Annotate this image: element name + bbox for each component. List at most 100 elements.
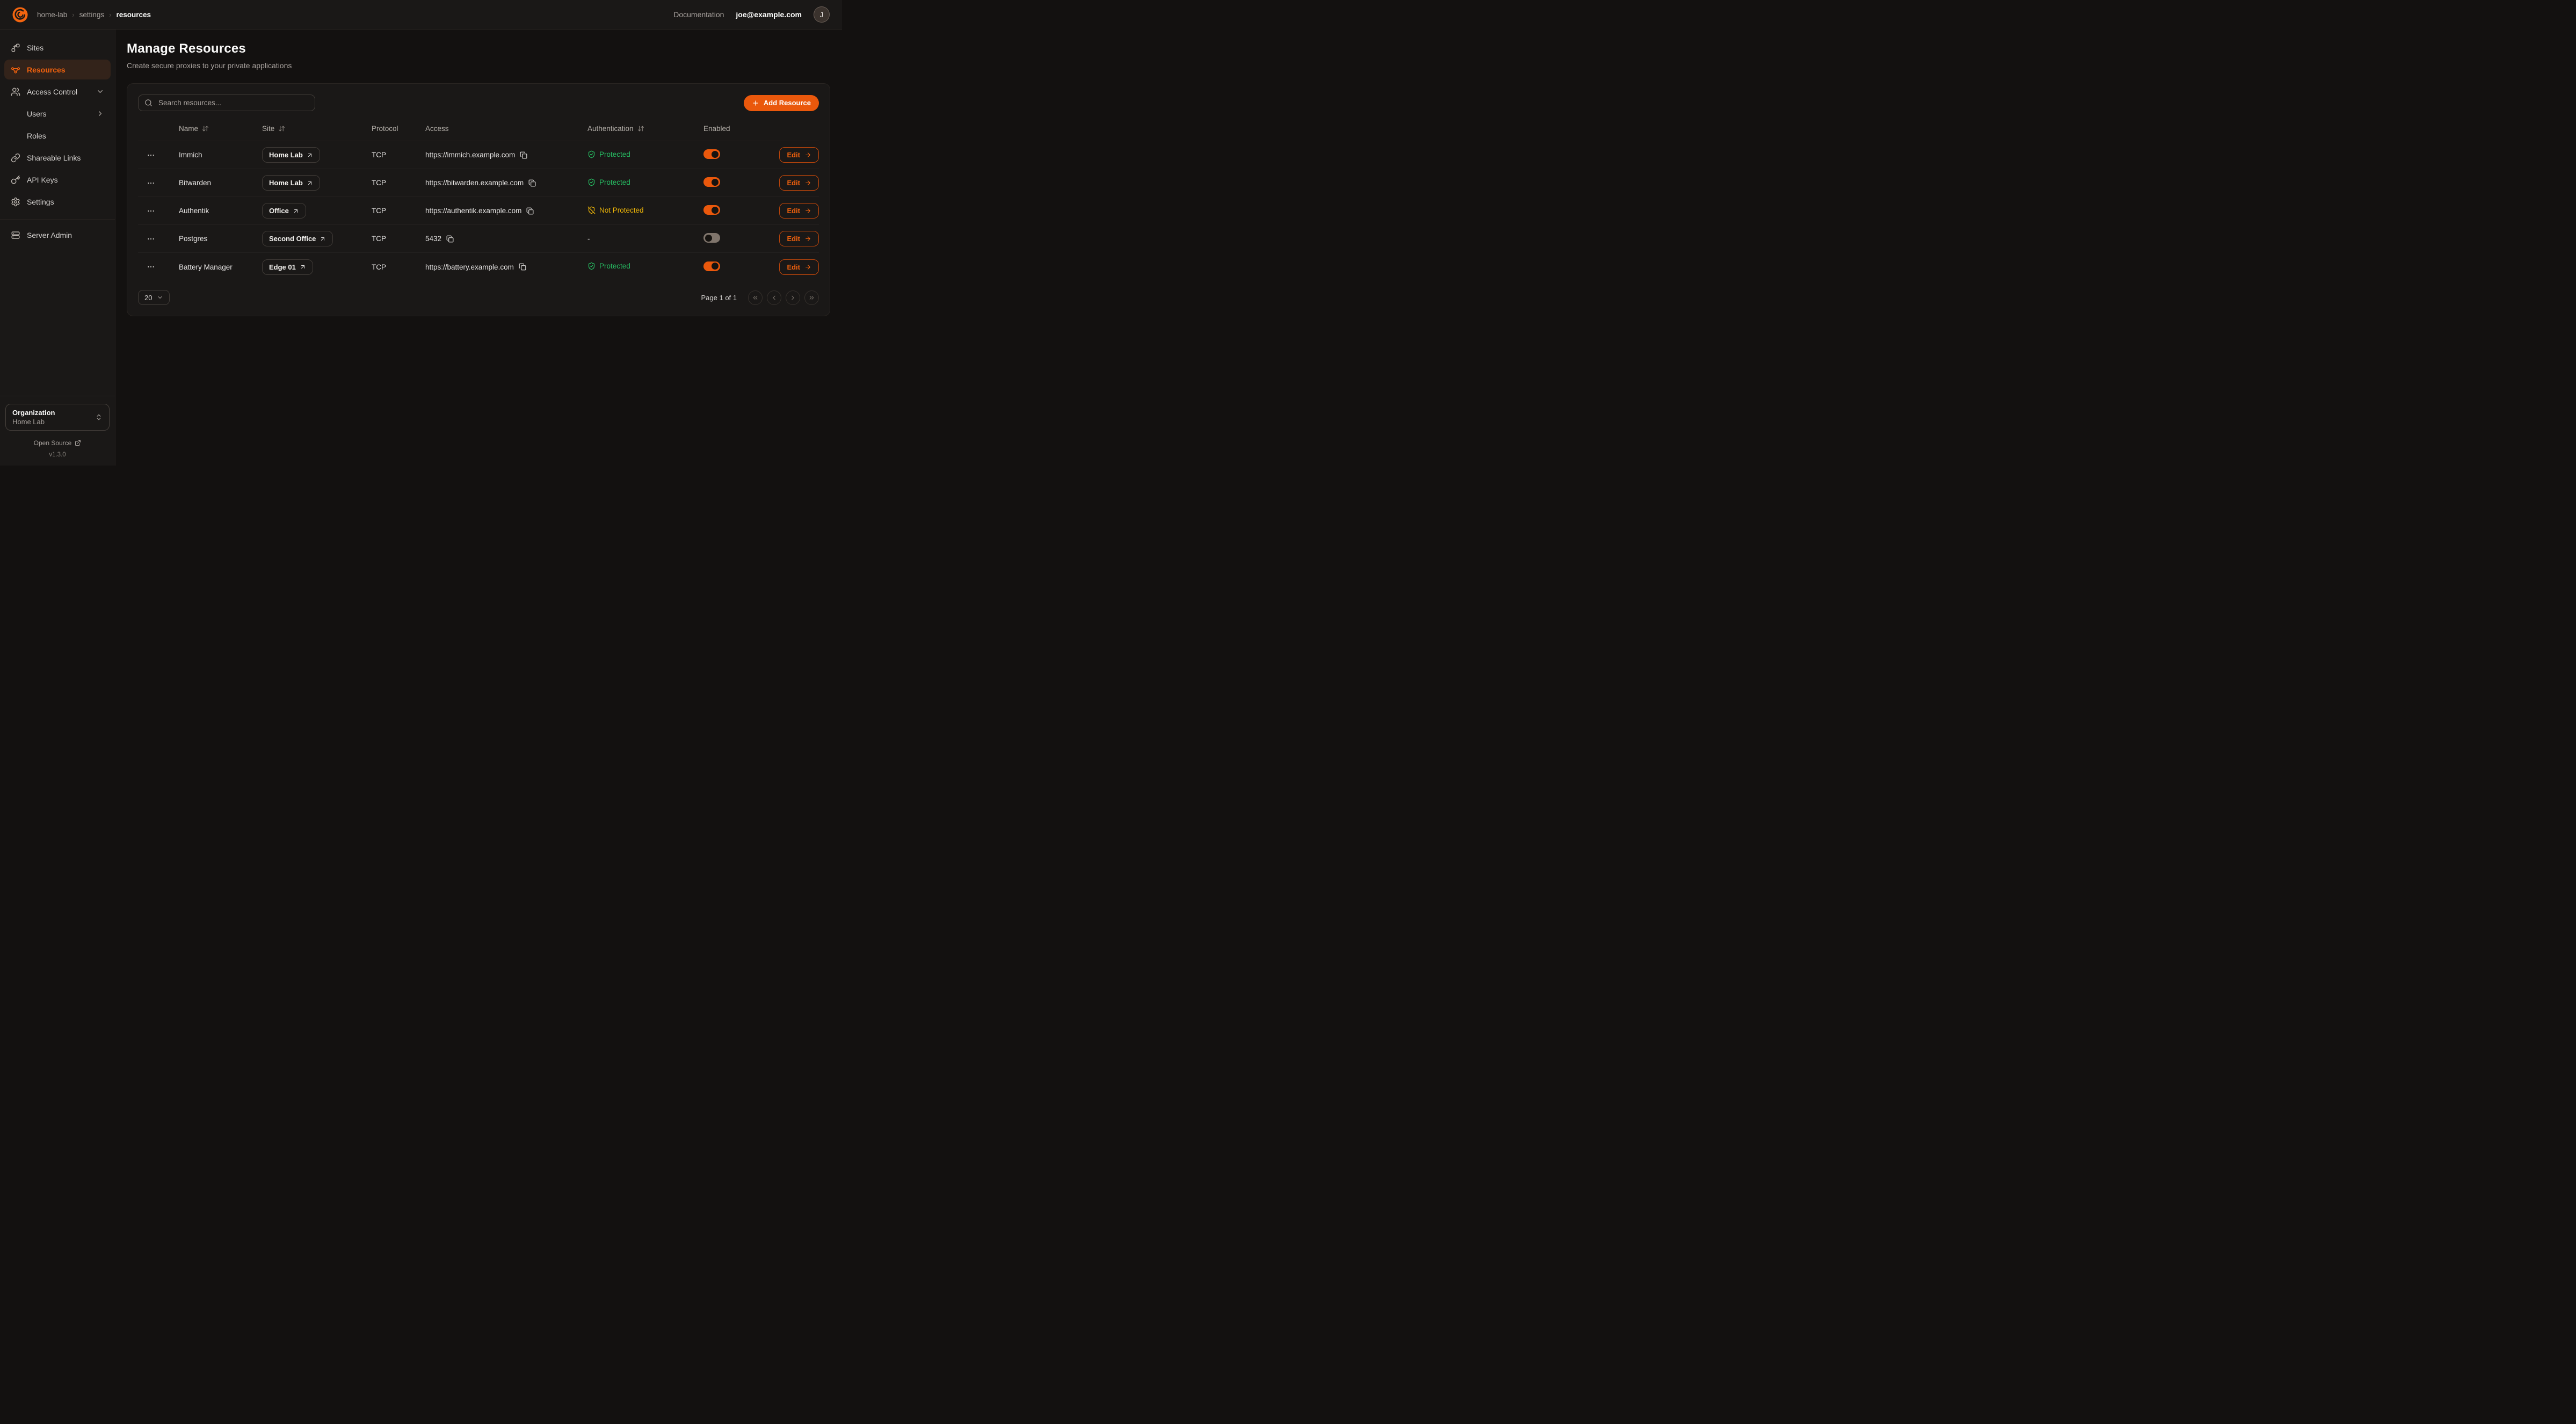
- first-page-button[interactable]: [748, 290, 763, 305]
- last-page-button[interactable]: [804, 290, 819, 305]
- site-link[interactable]: Edge 01: [262, 259, 313, 275]
- enabled-toggle[interactable]: [703, 261, 720, 271]
- copy-icon[interactable]: [446, 235, 454, 243]
- site-name: Office: [269, 207, 289, 215]
- card-toolbar: Add Resource: [138, 95, 819, 111]
- resource-name: Authentik: [179, 207, 262, 215]
- organization-selector[interactable]: Organization Home Lab: [5, 404, 110, 431]
- arrow-right-icon: [804, 264, 811, 271]
- sidebar-item-resources[interactable]: Resources: [4, 60, 111, 79]
- arrow-up-right-icon: [307, 152, 313, 158]
- site-link[interactable]: Home Lab: [262, 147, 320, 163]
- toggle-knob: [705, 235, 712, 242]
- edit-button[interactable]: Edit: [779, 175, 819, 191]
- page-size-select[interactable]: 20: [138, 290, 170, 305]
- sidebar-item-label: Access Control: [27, 88, 77, 96]
- auth-status-label: Protected: [599, 150, 630, 158]
- copy-icon[interactable]: [520, 151, 527, 159]
- site-link[interactable]: Home Lab: [262, 175, 320, 191]
- enabled-toggle[interactable]: [703, 233, 720, 243]
- breadcrumb-org[interactable]: home-lab: [37, 11, 67, 19]
- sidebar-item-label: Server Admin: [27, 231, 72, 239]
- sidebar-item-access-control[interactable]: Access Control: [4, 82, 111, 101]
- next-page-button[interactable]: [786, 290, 800, 305]
- chevron-down-icon: [157, 294, 163, 301]
- pagination-bar: 20 Page 1 of 1: [138, 290, 819, 305]
- arrow-right-icon: [804, 207, 811, 214]
- sidebar-item-roles[interactable]: Roles: [4, 126, 111, 146]
- sidebar-item-sites[interactable]: Sites: [4, 38, 111, 57]
- edit-button[interactable]: Edit: [779, 259, 819, 275]
- header-site[interactable]: Site: [262, 125, 372, 133]
- open-source-link[interactable]: Open Source: [5, 439, 110, 447]
- header-label: Enabled: [703, 125, 730, 133]
- page-subtitle: Create secure proxies to your private ap…: [127, 61, 830, 70]
- edit-label: Edit: [787, 235, 800, 243]
- sidebar: Sites Resources Access Control Users Rol: [0, 30, 115, 466]
- sidebar-item-api-keys[interactable]: API Keys: [4, 170, 111, 190]
- row-menu-button[interactable]: [138, 207, 159, 215]
- sort-icon: [278, 125, 285, 132]
- edit-button[interactable]: Edit: [779, 147, 819, 163]
- copy-icon[interactable]: [528, 179, 536, 187]
- header-label: Protocol: [372, 125, 398, 133]
- sidebar-nav: Sites Resources Access Control Users Rol: [0, 30, 115, 247]
- header-authentication[interactable]: Authentication: [587, 125, 703, 133]
- organization-label: Organization: [12, 409, 55, 417]
- row-menu-button[interactable]: [138, 151, 159, 159]
- chevrons-left-icon: [752, 294, 759, 301]
- site-link[interactable]: Second Office: [262, 231, 333, 246]
- sort-icon: [637, 125, 644, 132]
- row-menu-button[interactable]: [138, 263, 159, 271]
- edit-button[interactable]: Edit: [779, 203, 819, 219]
- shield-off-icon: [587, 206, 596, 214]
- sidebar-item-server-admin[interactable]: Server Admin: [4, 225, 111, 245]
- enabled-toggle[interactable]: [703, 149, 720, 159]
- enabled-toggle[interactable]: [703, 177, 720, 187]
- header-label: Name: [179, 125, 198, 133]
- shield-check-icon: [587, 262, 596, 270]
- page-indicator: Page 1 of 1: [701, 294, 737, 302]
- chevrons-up-down-icon: [95, 413, 103, 421]
- copy-icon[interactable]: [519, 263, 526, 271]
- toggle-knob: [712, 179, 719, 186]
- search-input[interactable]: [157, 98, 309, 107]
- edit-button[interactable]: Edit: [779, 231, 819, 246]
- table-row: Battery Manager Edge 01 TCP https://batt…: [138, 253, 819, 281]
- app-version: v1.3.0: [5, 452, 110, 458]
- resource-access: 5432: [425, 235, 441, 243]
- arrow-right-icon: [804, 235, 811, 242]
- resource-access: https://bitwarden.example.com: [425, 179, 524, 187]
- auth-status-label: Not Protected: [599, 206, 644, 214]
- row-menu-button[interactable]: [138, 235, 159, 243]
- ellipsis-icon: [147, 263, 155, 271]
- site-link[interactable]: Office: [262, 203, 306, 219]
- plus-icon: [752, 99, 759, 107]
- avatar[interactable]: J: [814, 6, 830, 23]
- user-email[interactable]: joe@example.com: [736, 10, 802, 19]
- resource-protocol: TCP: [372, 235, 425, 243]
- header-label: Site: [262, 125, 274, 133]
- copy-icon[interactable]: [526, 207, 534, 215]
- auth-status-badge: Protected: [587, 150, 630, 158]
- sidebar-item-users[interactable]: Users: [4, 104, 111, 123]
- chevron-left-icon: [771, 294, 778, 301]
- breadcrumb-settings[interactable]: settings: [79, 11, 105, 19]
- add-resource-button[interactable]: Add Resource: [744, 95, 819, 111]
- edit-label: Edit: [787, 151, 800, 159]
- sidebar-item-settings[interactable]: Settings: [4, 192, 111, 212]
- header-name[interactable]: Name: [179, 125, 262, 133]
- main-content: Manage Resources Create secure proxies t…: [115, 30, 842, 466]
- documentation-link[interactable]: Documentation: [673, 10, 724, 19]
- sidebar-item-shareable-links[interactable]: Shareable Links: [4, 148, 111, 168]
- search-box: [138, 95, 315, 111]
- prev-page-button[interactable]: [767, 290, 781, 305]
- enabled-toggle[interactable]: [703, 205, 720, 215]
- shell: Sites Resources Access Control Users Rol: [0, 30, 842, 466]
- server-icon: [11, 230, 20, 240]
- row-menu-button[interactable]: [138, 179, 159, 187]
- resources-icon: [11, 65, 20, 75]
- search-icon: [144, 99, 153, 107]
- shield-check-icon: [587, 178, 596, 186]
- page-size-value: 20: [144, 294, 152, 302]
